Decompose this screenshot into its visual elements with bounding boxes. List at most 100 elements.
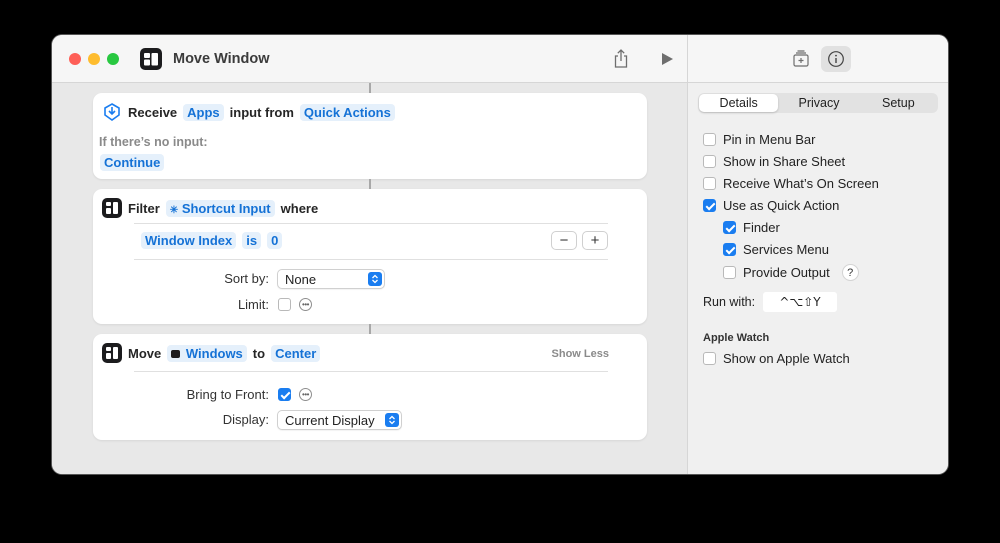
sidebar-toolbar: [688, 35, 948, 83]
checkbox[interactable]: [703, 199, 716, 212]
titlebar: Move Window: [52, 35, 687, 83]
limit-checkbox[interactable]: [278, 298, 291, 311]
display-value: Current Display: [285, 412, 375, 428]
divider: [134, 259, 608, 260]
sort-by-popup[interactable]: None: [277, 269, 385, 289]
windows-action-icon: [102, 198, 122, 218]
receive-row: Receive Apps input from Quick Actions: [102, 102, 395, 122]
keyboard-shortcut-field[interactable]: ^⌥⇧Y: [763, 292, 837, 312]
filter-verb: Filter: [128, 200, 160, 216]
option-label: Show in Share Sheet: [723, 154, 846, 169]
move-row: Move Windows to Center: [102, 343, 321, 363]
run-with-label: Run with:: [703, 295, 756, 309]
more-options-icon[interactable]: •••: [299, 298, 312, 311]
condition-row: Window Index is 0: [141, 232, 283, 249]
receive-action-card[interactable]: Receive Apps input from Quick Actions If…: [93, 93, 647, 179]
sort-by-label: Sort by:: [224, 271, 269, 286]
details-sidebar: Details Privacy Setup Pin in Menu Bar Sh…: [687, 35, 948, 474]
condition-value-token[interactable]: 0: [267, 232, 283, 249]
windows-icon: [171, 349, 181, 358]
divider: [134, 371, 608, 372]
shortcut-icon: [140, 48, 162, 70]
no-input-token[interactable]: Continue: [100, 154, 165, 171]
library-add-icon: [793, 50, 809, 67]
checkbox[interactable]: [703, 155, 716, 168]
play-icon: [662, 53, 673, 65]
tab-privacy[interactable]: Privacy: [779, 93, 858, 113]
connector: [369, 83, 371, 93]
option-provide-output[interactable]: Provide Output ?: [723, 264, 859, 281]
tab-setup[interactable]: Setup: [859, 93, 938, 113]
minimize-button[interactable]: [88, 53, 100, 65]
limit-label: Limit:: [237, 297, 269, 312]
option-label: Finder: [743, 220, 780, 235]
input-from-text: input from: [229, 104, 294, 120]
tab-details[interactable]: Details: [699, 94, 779, 112]
chevron-updown-icon: [385, 413, 399, 427]
checkbox[interactable]: [703, 133, 716, 146]
checkbox[interactable]: [703, 352, 716, 365]
zoom-button[interactable]: [107, 53, 119, 65]
no-input-label: If there’s no input:: [99, 135, 208, 149]
option-use-as-quick-action[interactable]: Use as Quick Action: [703, 198, 839, 213]
condition-op-token[interactable]: is: [242, 232, 262, 249]
checkbox[interactable]: [723, 266, 736, 279]
option-pin-in-menu-bar[interactable]: Pin in Menu Bar: [703, 132, 816, 147]
chevron-updown-icon: [368, 272, 382, 286]
divider: [134, 223, 608, 224]
connector: [369, 324, 371, 334]
sparkle-icon: ✳: [169, 204, 179, 216]
display-popup[interactable]: Current Display: [277, 410, 402, 430]
option-show-on-apple-watch[interactable]: Show on Apple Watch: [703, 351, 850, 366]
remove-condition-button[interactable]: −: [551, 231, 577, 250]
action-library-button[interactable]: [786, 46, 816, 72]
bring-to-front-checkbox[interactable]: [278, 388, 291, 401]
option-finder[interactable]: Finder: [723, 220, 780, 235]
sidebar-tabs: Details Privacy Setup: [698, 93, 938, 113]
traffic-lights: [69, 53, 119, 65]
windows-token[interactable]: Windows: [167, 344, 247, 362]
option-label: Use as Quick Action: [723, 198, 840, 213]
add-condition-button[interactable]: +: [582, 231, 608, 250]
move-action-card[interactable]: Move Windows to Center Show Less Bring t…: [93, 334, 647, 440]
help-button[interactable]: ?: [841, 264, 859, 281]
option-label: Services Menu: [743, 242, 829, 257]
checkbox[interactable]: [723, 221, 736, 234]
condition-field-token[interactable]: Window Index: [141, 232, 237, 249]
option-receive-on-screen[interactable]: Receive What’s On Screen: [703, 176, 879, 191]
windows-token-label: Windows: [185, 345, 243, 361]
apple-watch-heading: Apple Watch: [703, 332, 770, 344]
receive-icon: [104, 103, 120, 121]
run-button[interactable]: [656, 48, 678, 70]
move-verb: Move: [128, 345, 162, 361]
option-label: Show on Apple Watch: [723, 351, 850, 366]
where-text: where: [280, 200, 319, 216]
shortcut-input-token[interactable]: ✳ Shortcut Input: [165, 199, 275, 217]
share-button[interactable]: [610, 48, 632, 70]
shortcut-window: Move Window Receive Apps input from Quic…: [52, 35, 948, 474]
connector: [369, 179, 371, 189]
option-label: Provide Output: [743, 265, 830, 280]
display-label: Display:: [222, 412, 269, 427]
show-less-button[interactable]: Show Less: [552, 348, 609, 360]
filter-action-card[interactable]: Filter ✳ Shortcut Input where Window Ind…: [93, 189, 647, 324]
option-show-in-share-sheet[interactable]: Show in Share Sheet: [703, 154, 845, 169]
share-icon: [614, 49, 628, 68]
close-button[interactable]: [69, 53, 81, 65]
source-token[interactable]: Quick Actions: [299, 103, 395, 121]
filter-row: Filter ✳ Shortcut Input where: [102, 198, 318, 218]
option-services-menu[interactable]: Services Menu: [723, 242, 829, 257]
info-icon: [828, 51, 844, 67]
sort-by-value: None: [285, 271, 317, 287]
option-label: Receive What’s On Screen: [723, 176, 879, 191]
checkbox[interactable]: [723, 243, 736, 256]
window-title[interactable]: Move Window: [173, 51, 270, 67]
checkbox[interactable]: [703, 177, 716, 190]
more-options-icon[interactable]: •••: [299, 388, 312, 401]
input-type-token[interactable]: Apps: [183, 103, 224, 121]
position-token[interactable]: Center: [271, 344, 321, 362]
to-text: to: [252, 345, 266, 361]
editor-canvas: Receive Apps input from Quick Actions If…: [52, 83, 687, 474]
receive-verb: Receive: [128, 104, 178, 120]
details-button[interactable]: [821, 46, 851, 72]
